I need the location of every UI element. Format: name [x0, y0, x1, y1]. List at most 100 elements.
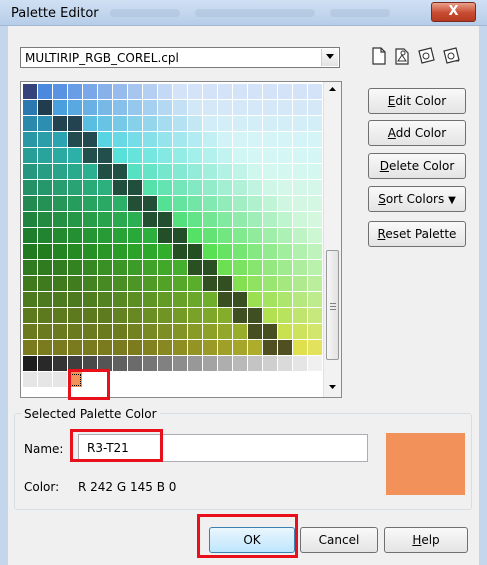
color-swatch[interactable] — [278, 164, 293, 180]
color-swatch[interactable] — [188, 324, 203, 340]
color-swatch[interactable] — [203, 228, 218, 244]
color-swatch[interactable] — [173, 212, 188, 228]
color-swatch[interactable] — [308, 244, 323, 260]
color-swatch[interactable] — [248, 116, 263, 132]
color-swatch[interactable] — [98, 164, 113, 180]
color-swatch[interactable] — [278, 100, 293, 116]
color-swatch[interactable] — [113, 340, 128, 356]
color-swatch[interactable] — [23, 196, 38, 212]
color-swatch[interactable] — [188, 116, 203, 132]
color-swatch[interactable] — [38, 276, 53, 292]
cancel-button[interactable]: Cancel — [300, 527, 378, 553]
color-swatch[interactable] — [203, 212, 218, 228]
color-swatch[interactable] — [233, 356, 248, 372]
color-swatch[interactable] — [218, 148, 233, 164]
color-swatch[interactable] — [128, 100, 143, 116]
save-palette-icon[interactable] — [415, 45, 437, 67]
color-swatch[interactable] — [128, 132, 143, 148]
color-swatch[interactable] — [308, 212, 323, 228]
color-swatch[interactable] — [278, 132, 293, 148]
color-swatch[interactable] — [113, 356, 128, 372]
color-swatch[interactable] — [83, 340, 98, 356]
color-swatch[interactable] — [143, 244, 158, 260]
color-swatch[interactable] — [23, 212, 38, 228]
color-swatch[interactable] — [53, 100, 68, 116]
color-swatch[interactable] — [278, 356, 293, 372]
color-swatch[interactable] — [113, 196, 128, 212]
color-swatch[interactable] — [83, 356, 98, 372]
color-swatch[interactable] — [188, 260, 203, 276]
color-swatch[interactable] — [278, 260, 293, 276]
color-swatch[interactable] — [143, 148, 158, 164]
color-swatch[interactable] — [143, 292, 158, 308]
scroll-down-icon[interactable] — [329, 385, 336, 389]
color-swatch[interactable] — [293, 164, 308, 180]
color-swatch[interactable] — [128, 276, 143, 292]
color-swatch[interactable] — [278, 340, 293, 356]
color-swatch[interactable] — [248, 196, 263, 212]
color-swatch[interactable] — [53, 196, 68, 212]
color-swatch[interactable] — [248, 244, 263, 260]
color-swatch[interactable] — [83, 180, 98, 196]
color-swatch[interactable] — [68, 372, 83, 388]
color-swatch[interactable] — [53, 308, 68, 324]
color-swatch[interactable] — [233, 148, 248, 164]
color-swatch[interactable] — [233, 244, 248, 260]
color-swatch[interactable] — [158, 164, 173, 180]
color-swatch[interactable] — [158, 148, 173, 164]
color-swatch[interactable] — [113, 84, 128, 100]
color-swatch[interactable] — [68, 100, 83, 116]
color-swatch[interactable] — [248, 84, 263, 100]
color-swatch[interactable] — [278, 244, 293, 260]
color-swatch[interactable] — [128, 84, 143, 100]
color-swatch[interactable] — [128, 260, 143, 276]
color-swatch[interactable] — [233, 164, 248, 180]
color-swatch[interactable] — [203, 276, 218, 292]
color-swatch[interactable] — [188, 308, 203, 324]
scrollbar-thumb[interactable] — [326, 250, 339, 360]
color-swatch[interactable] — [308, 164, 323, 180]
color-swatch[interactable] — [83, 228, 98, 244]
color-swatch[interactable] — [128, 196, 143, 212]
color-swatch[interactable] — [188, 212, 203, 228]
color-swatch[interactable] — [68, 212, 83, 228]
color-swatch[interactable] — [143, 356, 158, 372]
color-swatch[interactable] — [68, 244, 83, 260]
color-swatch[interactable] — [173, 356, 188, 372]
color-swatch[interactable] — [23, 308, 38, 324]
color-swatch[interactable] — [263, 228, 278, 244]
color-swatch[interactable] — [263, 340, 278, 356]
color-swatch[interactable] — [98, 356, 113, 372]
color-swatch[interactable] — [233, 276, 248, 292]
color-swatch[interactable] — [278, 148, 293, 164]
color-swatch[interactable] — [293, 116, 308, 132]
color-swatch[interactable] — [203, 340, 218, 356]
color-swatch[interactable] — [293, 324, 308, 340]
color-swatch[interactable] — [38, 180, 53, 196]
color-swatch[interactable] — [98, 212, 113, 228]
color-swatch[interactable] — [98, 196, 113, 212]
color-swatch[interactable] — [293, 212, 308, 228]
color-swatch[interactable] — [293, 84, 308, 100]
color-swatch[interactable] — [158, 228, 173, 244]
color-swatch[interactable] — [158, 308, 173, 324]
color-swatch[interactable] — [38, 324, 53, 340]
color-swatch[interactable] — [233, 116, 248, 132]
color-swatch[interactable] — [68, 148, 83, 164]
color-swatch[interactable] — [203, 324, 218, 340]
color-swatch[interactable] — [53, 260, 68, 276]
color-swatch[interactable] — [98, 292, 113, 308]
color-swatch[interactable] — [263, 212, 278, 228]
color-swatch[interactable] — [53, 356, 68, 372]
color-swatch[interactable] — [113, 212, 128, 228]
color-swatch[interactable] — [173, 340, 188, 356]
color-swatch[interactable] — [23, 244, 38, 260]
color-swatch[interactable] — [23, 340, 38, 356]
color-swatch[interactable] — [203, 292, 218, 308]
color-swatch[interactable] — [218, 84, 233, 100]
color-swatch[interactable] — [188, 228, 203, 244]
color-swatch[interactable] — [278, 116, 293, 132]
palette-scrollbar[interactable] — [323, 82, 341, 397]
color-swatch[interactable] — [173, 244, 188, 260]
color-swatch[interactable] — [98, 180, 113, 196]
